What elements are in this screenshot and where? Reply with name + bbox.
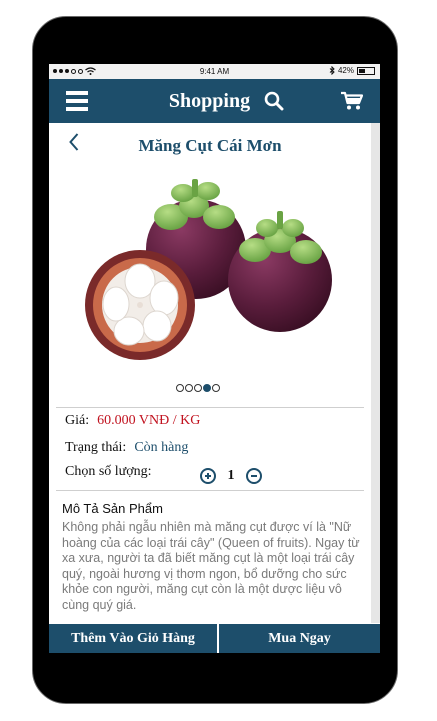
app-title: Shopping (49, 90, 380, 113)
price-label: Giá: (65, 413, 90, 428)
divider (56, 407, 364, 408)
carousel-dot[interactable] (194, 384, 202, 392)
bottom-actions: Thêm Vào Giỏ Hàng Mua Ngay (49, 624, 380, 653)
app-screen: 9:41 AM 42% Shopping Măng Cụt Cái Mơn Gi… (49, 64, 380, 653)
image-carousel-dots (176, 384, 220, 392)
carousel-dot[interactable] (212, 384, 220, 392)
top-navbar: Shopping (49, 79, 380, 123)
description-title: Mô Tả Sản Phẩm (62, 501, 163, 516)
carousel-dot[interactable] (176, 384, 184, 392)
status-right: 42% (329, 66, 375, 75)
bluetooth-icon (329, 66, 335, 75)
search-icon[interactable] (264, 91, 284, 111)
product-title: Măng Cụt Cái Mơn (138, 136, 282, 155)
stock-value: Còn hàng (134, 440, 189, 455)
quantity-stepper: 1 (200, 468, 262, 484)
description-text: Không phải ngẫu nhiên mà măng cụt được v… (62, 520, 360, 612)
add-to-cart-button[interactable]: Thêm Vào Giỏ Hàng (49, 624, 219, 653)
app-title-text: Shopping (168, 90, 251, 112)
stock-label: Trạng thái: (65, 440, 127, 455)
battery-percent: 42% (337, 66, 354, 75)
battery-fill (359, 68, 365, 73)
scrollbar[interactable] (371, 123, 380, 623)
cart-icon[interactable] (341, 91, 363, 111)
divider (56, 490, 364, 491)
stock-row: Trạng thái: Còn hàng (65, 440, 188, 456)
battery-icon (357, 66, 375, 75)
carousel-dot[interactable] (203, 384, 211, 392)
decrease-quantity-button[interactable] (246, 468, 262, 484)
price-value: 60.000 VNĐ / KG (97, 413, 201, 428)
mangosteen-image (85, 179, 332, 360)
quantity-value[interactable]: 1 (216, 468, 246, 484)
status-bar: 9:41 AM 42% (49, 64, 380, 79)
price-row: Giá: 60.000 VNĐ / KG (65, 413, 200, 429)
product-detail: Măng Cụt Cái Mơn Giá: 60.000 VNĐ / KG Tr… (49, 123, 371, 623)
quantity-label: Chọn số lượng: (65, 464, 152, 479)
carousel-dot[interactable] (185, 384, 193, 392)
increase-quantity-button[interactable] (200, 468, 216, 484)
buy-now-button[interactable]: Mua Ngay (219, 624, 380, 653)
